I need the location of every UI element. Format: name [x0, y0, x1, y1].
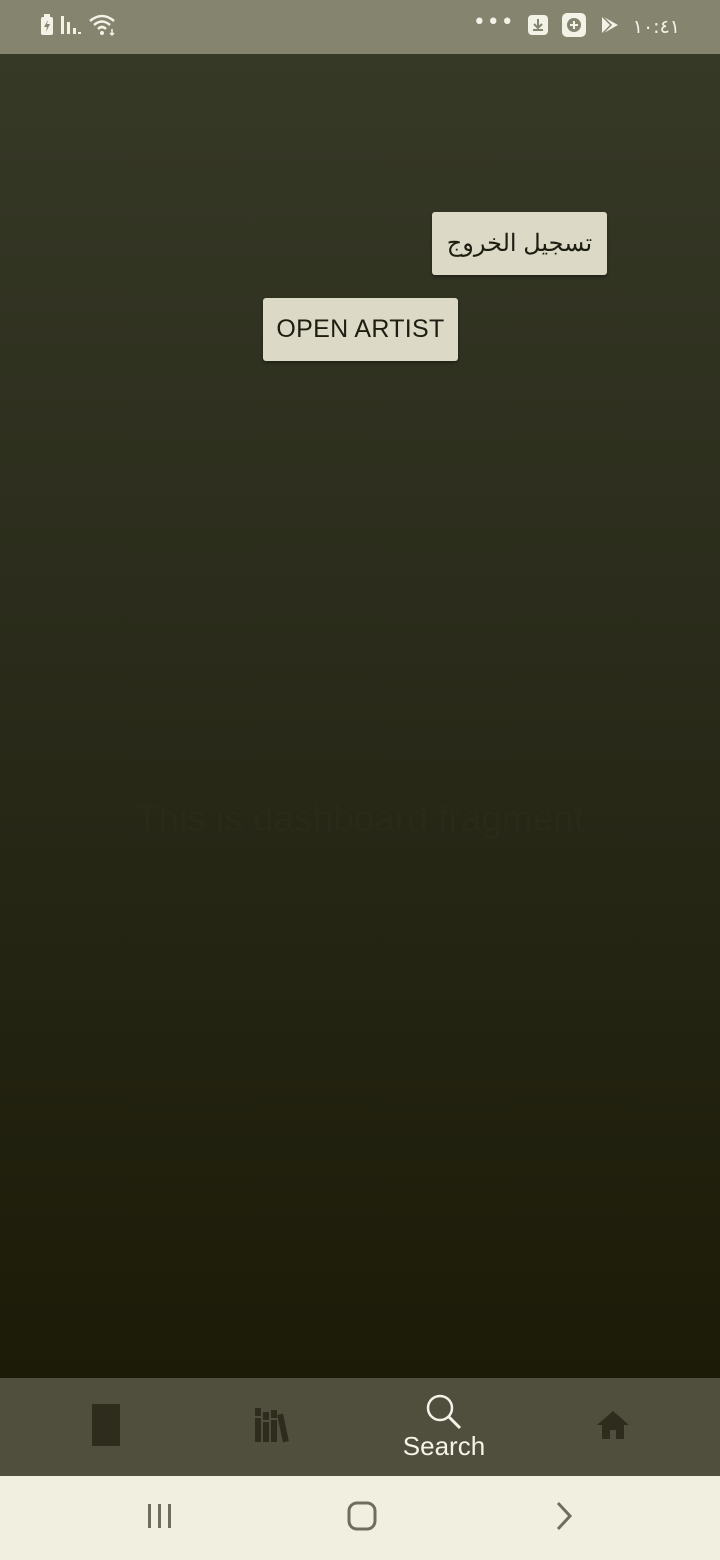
open-artist-button[interactable]: OPEN ARTIST [263, 298, 458, 361]
system-back-button[interactable] [534, 1498, 594, 1538]
status-left [40, 14, 118, 40]
status-bar: ••• ١٠:٤١ [0, 0, 720, 54]
nav-item-book[interactable] [46, 1378, 166, 1476]
system-home-button[interactable] [332, 1498, 392, 1538]
wifi-icon [88, 13, 118, 41]
signal-icon [60, 14, 82, 40]
battery-charging-icon [40, 14, 54, 40]
recent-apps-button[interactable] [130, 1498, 190, 1538]
play-store-icon [599, 14, 621, 40]
search-icon [424, 1393, 464, 1435]
fragment-placeholder-text: This is dashboard fragment [135, 798, 585, 839]
library-icon [253, 1406, 293, 1448]
nav-label-search: Search [402, 1430, 486, 1461]
clock: ١٠:٤١ [632, 16, 680, 38]
dashboard-content: تسجيل الخروج OPEN ARTIST This is dashboa… [0, 54, 720, 1378]
status-right: ••• ١٠:٤١ [472, 10, 680, 42]
book-icon [91, 1403, 121, 1451]
bottom-navigation: Search [0, 1378, 720, 1476]
logout-button[interactable]: تسجيل الخروج [432, 212, 607, 275]
nav-item-search[interactable]: Search [384, 1378, 504, 1476]
download-icon [527, 14, 549, 40]
more-notifications: ••• [472, 10, 515, 35]
system-navigation-bar [0, 1476, 720, 1560]
home-icon [595, 1409, 631, 1445]
home-button-icon [346, 1500, 378, 1536]
recent-apps-icon [145, 1502, 175, 1534]
nav-item-library[interactable] [213, 1378, 333, 1476]
back-icon [552, 1500, 576, 1536]
nav-item-home[interactable] [553, 1378, 673, 1476]
app-icon [561, 12, 587, 42]
